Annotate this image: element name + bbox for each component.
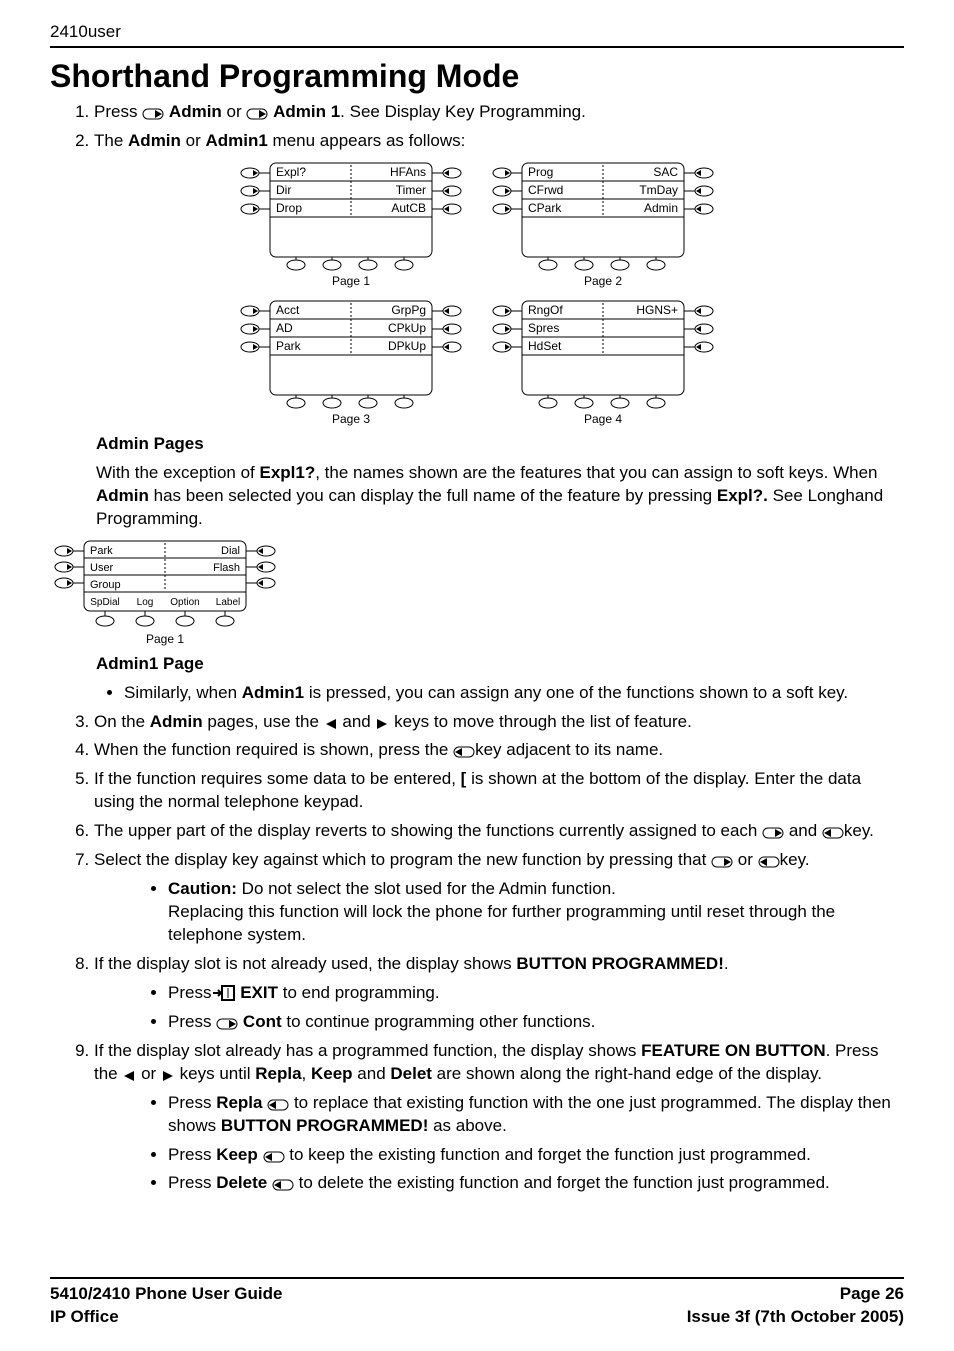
lcd-page-1: Expl?HFAns DirTimer DropAutCB Page (236, 161, 466, 291)
svg-text:Page 1: Page 1 (146, 632, 184, 646)
svg-text:SpDial: SpDial (90, 597, 119, 608)
svg-text:Page 3: Page 3 (332, 412, 370, 426)
footer-product: IP Office (50, 1306, 282, 1329)
softkey-right-icon (142, 108, 164, 120)
step9-keep: Press Keep to keep the existing function… (168, 1144, 904, 1167)
step8-cont: Press Cont to continue programming other… (168, 1011, 904, 1034)
svg-text:Dial: Dial (221, 545, 240, 557)
admin1-bullet: Similarly, when Admin1 is pressed, you c… (124, 682, 904, 705)
admin1-page-label: Admin1 Page (96, 653, 904, 676)
admin1-figure: Park Dial User Flash Group SpDial Log Opti… (50, 539, 904, 649)
softkey-right-icon (711, 856, 733, 868)
left-arrow-icon (122, 1070, 136, 1082)
step9-repla: Press Repla to replace that existing fun… (168, 1092, 904, 1138)
admin-pages-label: Admin Pages (96, 433, 904, 456)
svg-text:Admin: Admin (644, 201, 678, 215)
exit-icon (211, 985, 235, 1001)
footer-issue: Issue 3f (7th October 2005) (687, 1306, 904, 1329)
svg-text:Dir: Dir (276, 183, 291, 197)
svg-text:GrpPg: GrpPg (391, 303, 426, 317)
svg-text:HdSet: HdSet (528, 339, 562, 353)
admin-pages-paragraph: With the exception of Expl1?, the names … (96, 462, 904, 531)
svg-text:CFrwd: CFrwd (528, 183, 563, 197)
left-arrow-icon (324, 718, 338, 730)
svg-text:Option: Option (170, 597, 199, 608)
body-content: Press Admin or Admin 1. See Display Key … (50, 101, 904, 1195)
lcd-admin1-page-1: Park Dial User Flash Group SpDial Log Opti… (50, 539, 280, 649)
step-3: On the Admin pages, use the and keys to … (94, 711, 904, 734)
svg-text:Spres: Spres (528, 321, 559, 335)
svg-text:Drop: Drop (276, 201, 302, 215)
svg-text:Park: Park (276, 339, 302, 353)
right-arrow-icon (375, 718, 389, 730)
svg-text:TmDay: TmDay (639, 183, 678, 197)
svg-text:Park: Park (90, 545, 113, 557)
svg-text:Expl?: Expl? (276, 165, 306, 179)
step-7: Select the display key against which to … (94, 849, 904, 947)
step-6: The upper part of the display reverts to… (94, 820, 904, 843)
lcd-page-2: Prog SAC CFrwd TmDay CPark Admin Page 2 (488, 161, 718, 291)
softkey-right-icon (762, 827, 784, 839)
softkey-row (287, 257, 413, 270)
softkey-left-icon (272, 1179, 294, 1191)
softkey-left-icon (453, 746, 475, 758)
svg-text:Log: Log (137, 597, 154, 608)
svg-text:Page 2: Page 2 (584, 274, 622, 288)
svg-text:Page 4: Page 4 (584, 412, 622, 426)
step-4: When the function required is shown, pre… (94, 739, 904, 762)
step-8: If the display slot is not already used,… (94, 953, 904, 1034)
svg-text:CPkUp: CPkUp (388, 321, 426, 335)
step-9: If the display slot already has a progra… (94, 1040, 904, 1196)
svg-text:HGNS+: HGNS+ (636, 303, 678, 317)
admin-pages-figure: Expl?HFAns DirTimer DropAutCB Page (50, 161, 904, 429)
svg-text:AD: AD (276, 321, 293, 335)
step-1: Press Admin or Admin 1. See Display Key … (94, 101, 904, 124)
right-arrow-icon (161, 1070, 175, 1082)
step-5: If the function requires some data to be… (94, 768, 904, 814)
svg-text:CPark: CPark (528, 201, 562, 215)
footer-guide-title: 5410/2410 Phone User Guide (50, 1283, 282, 1306)
svg-text:Acct: Acct (276, 303, 300, 317)
softkey-right-icon (216, 1018, 238, 1030)
page-title: Shorthand Programming Mode (50, 58, 904, 95)
softkey-right-icon (246, 108, 268, 120)
svg-text:DPkUp: DPkUp (388, 339, 426, 353)
lcd-page-3: Acct GrpPg AD CPkUp Park DPkUp Page 3 (236, 299, 466, 429)
softkey-left-icon (822, 827, 844, 839)
svg-text:Prog: Prog (528, 165, 553, 179)
doc-id: 2410user (50, 22, 121, 41)
step-2: The Admin or Admin1 menu appears as foll… (94, 130, 904, 153)
page-footer: 5410/2410 Phone User Guide IP Office Pag… (50, 1277, 904, 1329)
softkey-left-icon (263, 1151, 285, 1163)
softkey-left-icon (758, 856, 780, 868)
svg-text:SAC: SAC (653, 165, 678, 179)
lcd-page-4: RngOf HGNS+ Spres HdSet Page 4 (488, 299, 718, 429)
svg-text:HFAns: HFAns (390, 165, 426, 179)
step8-exit: Press EXIT to end programming. (168, 982, 904, 1005)
svg-text:Page 1: Page 1 (332, 274, 370, 288)
svg-text:AutCB: AutCB (391, 201, 426, 215)
caution-bullet: Caution: Do not select the slot used for… (168, 878, 904, 947)
svg-text:Timer: Timer (396, 183, 426, 197)
svg-text:User: User (90, 562, 114, 574)
svg-text:Flash: Flash (213, 562, 240, 574)
svg-text:RngOf: RngOf (528, 303, 563, 317)
softkey-left-icon (267, 1099, 289, 1111)
svg-text:Group: Group (90, 579, 121, 591)
svg-text:Label: Label (216, 597, 240, 608)
step9-delete: Press Delete to delete the existing func… (168, 1172, 904, 1195)
footer-page-number: Page 26 (687, 1283, 904, 1306)
page-header: 2410user (50, 22, 904, 48)
